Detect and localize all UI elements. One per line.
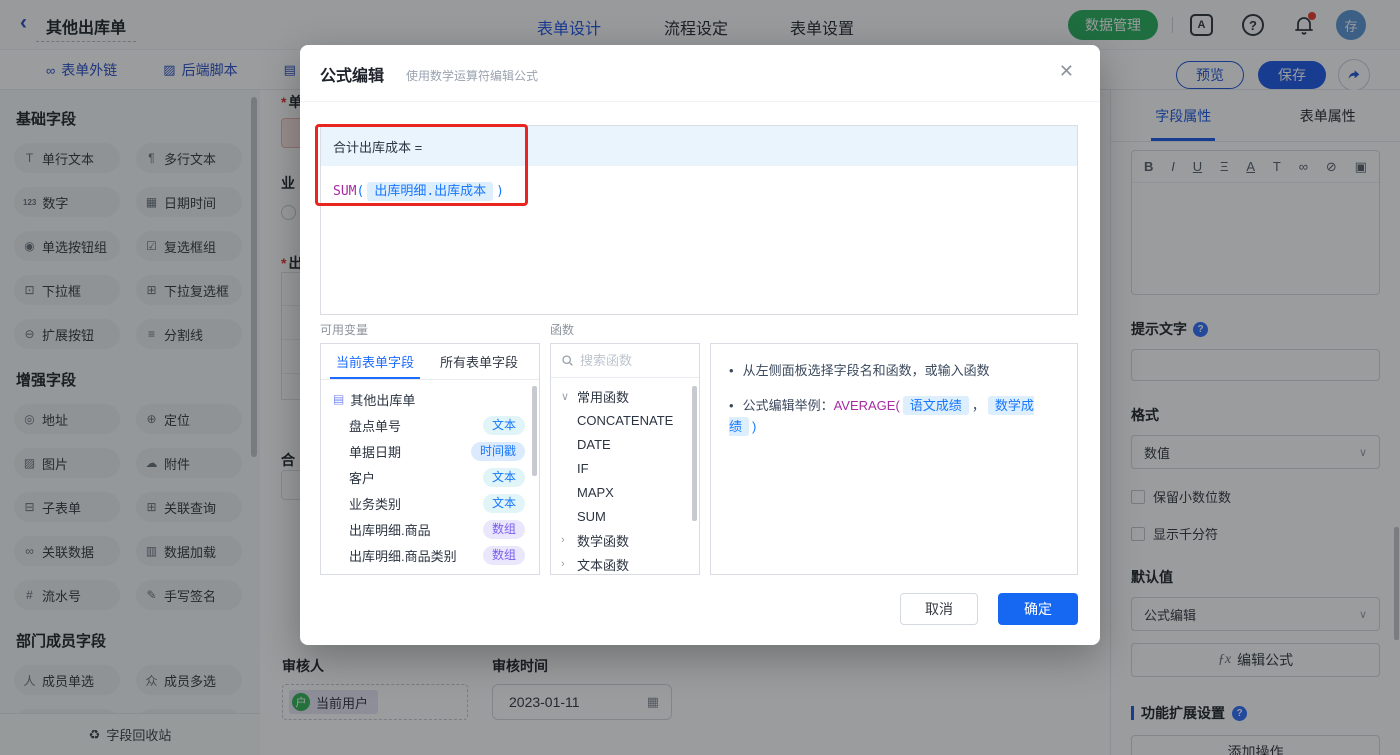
functions-scrollbar[interactable] [692, 386, 697, 521]
formula-editor[interactable]: 合计出库成本 = SUM(出库明细.出库成本) [320, 125, 1078, 315]
modal-subtitle: 使用数学运算符编辑公式 [406, 69, 539, 83]
search-icon [562, 355, 573, 366]
function-search[interactable] [551, 344, 699, 378]
chevron-right-icon: › [561, 534, 565, 546]
close-icon[interactable]: ✕ [1059, 61, 1074, 82]
function-item[interactable]: CONCATENATE [551, 408, 699, 432]
chevron-down-icon: ∨ [561, 390, 570, 403]
field-chip[interactable]: 出库明细.出库成本 [367, 182, 494, 201]
variables-panel: 当前表单字段 所有表单字段 ▤ 其他出库单 盘点单号 文本 单据日期 时间戳 客户文… [320, 343, 540, 575]
modal-title: 公式编辑 [320, 68, 385, 85]
type-badge: 文本 [482, 467, 525, 487]
active-tab-underline [330, 377, 420, 379]
function-item[interactable]: SUM [551, 504, 699, 528]
variable-row[interactable]: 盘点单号 文本 [321, 412, 539, 438]
formula-edit-modal: 公式编辑 使用数学运算符编辑公式 ✕ 合计出库成本 = SUM(出库明细.出库成… [300, 45, 1100, 645]
confirm-button[interactable]: 确定 [998, 593, 1078, 625]
tips-panel: • 从左侧面板选择字段名和函数，或输入函数 • 公式编辑举例：AVERAGE(语文成… [710, 343, 1078, 575]
form-doc-icon: ▤ [333, 392, 345, 406]
function-item[interactable]: IF [551, 456, 699, 480]
function-group-common[interactable]: ∨ 常用函数 [551, 384, 699, 408]
variable-row[interactable]: 单据日期 时间戳 [321, 438, 539, 464]
function-group-text[interactable]: › 文本函数 [551, 552, 699, 574]
variable-row[interactable]: 业务类别 文本 [321, 490, 539, 516]
function-name: SUM [333, 184, 357, 199]
variable-row[interactable]: 出库明细.商品类别 数组 [321, 542, 539, 568]
function-item[interactable]: MAPX [551, 480, 699, 504]
type-badge: 时间戳 [470, 441, 525, 461]
example-chip: 语文成绩 [902, 396, 969, 415]
type-badge: 文本 [482, 415, 525, 435]
function-group-math[interactable]: › 数学函数 [551, 528, 699, 552]
type-badge: 文本 [482, 493, 525, 513]
tip-line-1: • 从左侧面板选择字段名和函数，或输入函数 [729, 363, 990, 378]
type-badge: 数组 [482, 519, 525, 539]
example-function: AVERAGE( [833, 398, 900, 413]
variable-row[interactable]: 客户 文本 [321, 464, 539, 490]
variables-scrollbar[interactable] [532, 386, 537, 476]
tab-current-form-fields[interactable]: 当前表单字段 [336, 352, 414, 371]
functions-label: 函数 [550, 323, 575, 337]
cancel-button[interactable]: 取消 [900, 593, 978, 625]
tree-root[interactable]: ▤ 其他出库单 [321, 386, 539, 412]
chevron-right-icon: › [561, 558, 565, 570]
modal-header-divider [300, 101, 1100, 102]
functions-panel: ∨常用函数 CONCATENATE DATE IF MAPX SUM ›数学函数… [550, 343, 700, 575]
type-badge: 数组 [482, 545, 525, 565]
tip-line-2: • 公式编辑举例：AVERAGE(语文成绩，数学成绩) [729, 396, 1034, 436]
function-search-input[interactable] [580, 353, 680, 368]
variable-row[interactable]: 出库明细.商品 数组 [321, 516, 539, 542]
variables-label: 可用变量 [320, 323, 369, 337]
formula-expression[interactable]: SUM(出库明细.出库成本) [321, 166, 1077, 213]
tab-all-form-fields[interactable]: 所有表单字段 [440, 352, 518, 371]
function-item[interactable]: DATE [551, 432, 699, 456]
formula-target: 合计出库成本 = [321, 126, 1077, 166]
